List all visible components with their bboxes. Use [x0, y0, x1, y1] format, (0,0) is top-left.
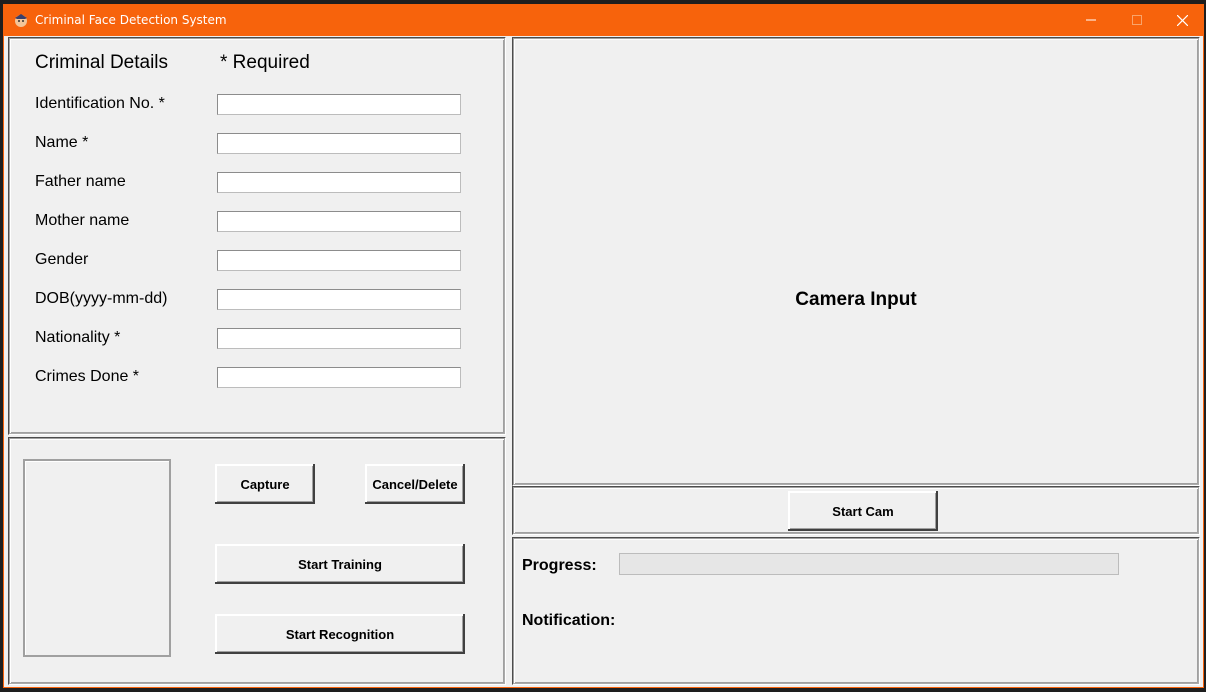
- criminal-details-panel: Criminal Details * Required Identificati…: [8, 37, 506, 435]
- capture-button[interactable]: Capture: [215, 464, 315, 504]
- maximize-button[interactable]: [1114, 4, 1160, 36]
- window-title: Criminal Face Detection System: [35, 13, 227, 27]
- name-label: Name *: [35, 134, 89, 151]
- nationality-input[interactable]: [217, 328, 461, 349]
- cancel-delete-button[interactable]: Cancel/Delete: [365, 464, 465, 504]
- start-training-button[interactable]: Start Training: [215, 544, 465, 584]
- status-panel: Progress: Notification:: [512, 537, 1200, 685]
- minimize-button[interactable]: [1068, 4, 1114, 36]
- start-cam-panel: Start Cam: [512, 486, 1200, 535]
- start-cam-button[interactable]: Start Cam: [788, 491, 938, 531]
- progress-label: Progress:: [522, 557, 597, 574]
- title-bar[interactable]: Criminal Face Detection System: [4, 4, 1203, 36]
- mother-name-input[interactable]: [217, 211, 461, 232]
- dob-input[interactable]: [217, 289, 461, 310]
- progress-bar: [619, 553, 1119, 575]
- crimes-done-input[interactable]: [217, 367, 461, 388]
- start-recognition-button[interactable]: Start Recognition: [215, 614, 465, 654]
- minimize-icon: [1086, 19, 1096, 21]
- details-heading: Criminal Details: [35, 52, 169, 73]
- dob-label: DOB(yyyy-mm-dd): [35, 290, 168, 307]
- gender-input[interactable]: [217, 250, 461, 271]
- crimes-done-label: Crimes Done *: [35, 368, 140, 385]
- required-note: * Required: [220, 52, 310, 73]
- mother-name-label: Mother name: [35, 212, 130, 229]
- id-no-input[interactable]: [217, 94, 461, 115]
- nationality-label: Nationality *: [35, 329, 121, 346]
- father-name-label: Father name: [35, 173, 126, 190]
- close-icon: [1176, 14, 1188, 26]
- capture-panel: Capture Cancel/Delete Start Training Sta…: [8, 437, 506, 685]
- name-input[interactable]: [217, 133, 461, 154]
- camera-panel: Camera Input: [512, 37, 1200, 486]
- close-button[interactable]: [1159, 4, 1205, 36]
- app-window: Criminal Face Detection System Criminal …: [3, 4, 1204, 688]
- id-no-label: Identification No. *: [35, 95, 165, 112]
- camera-input-label: Camera Input: [795, 289, 917, 310]
- app-icon: [15, 14, 27, 27]
- captured-photo-frame: [23, 459, 171, 657]
- notification-label: Notification:: [522, 612, 616, 629]
- gender-label: Gender: [35, 251, 89, 268]
- maximize-icon: [1132, 15, 1142, 25]
- father-name-input[interactable]: [217, 172, 461, 193]
